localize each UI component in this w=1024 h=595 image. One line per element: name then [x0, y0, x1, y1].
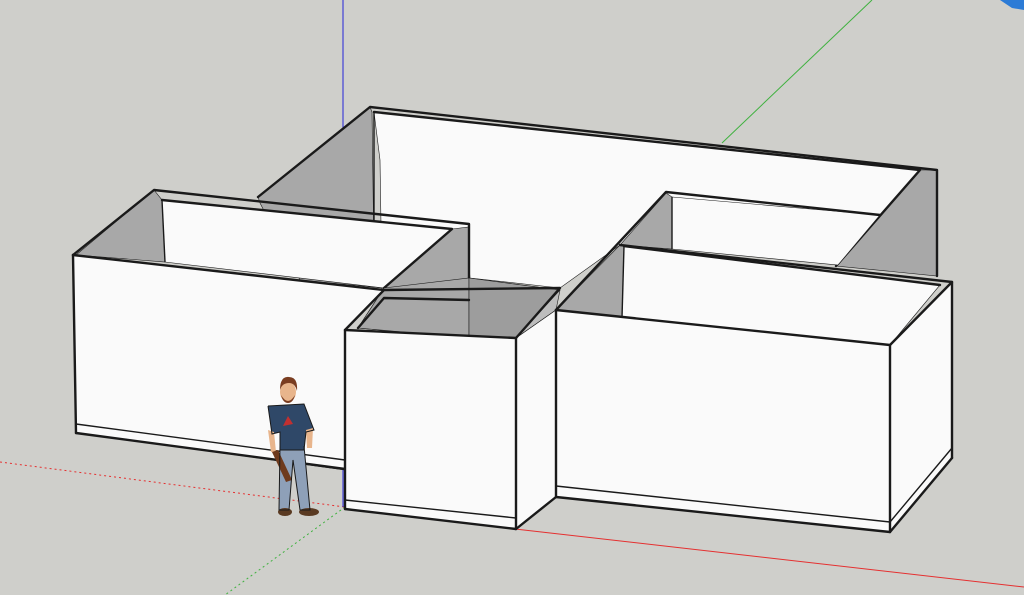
red-axis-negative: [0, 461, 346, 508]
view-cube-icon[interactable]: [1000, 0, 1024, 10]
left-room-inner-side: [75, 189, 166, 263]
center-room-right-face: [515, 309, 557, 530]
center-room-front-face: [344, 329, 517, 530]
figure-left-shoe: [278, 508, 292, 516]
modeling-viewport[interactable]: [0, 0, 1024, 595]
figure-right-shoe: [299, 508, 319, 516]
right-room-front-face: [555, 309, 891, 533]
red-axis-positive: [514, 528, 1024, 588]
green-axis-positive: [721, 0, 873, 144]
view-cube-widget[interactable]: [1000, 0, 1024, 10]
3d-model-canvas[interactable]: [0, 0, 1024, 595]
green-axis-negative: [224, 506, 346, 595]
center-room[interactable]: [343, 277, 562, 531]
